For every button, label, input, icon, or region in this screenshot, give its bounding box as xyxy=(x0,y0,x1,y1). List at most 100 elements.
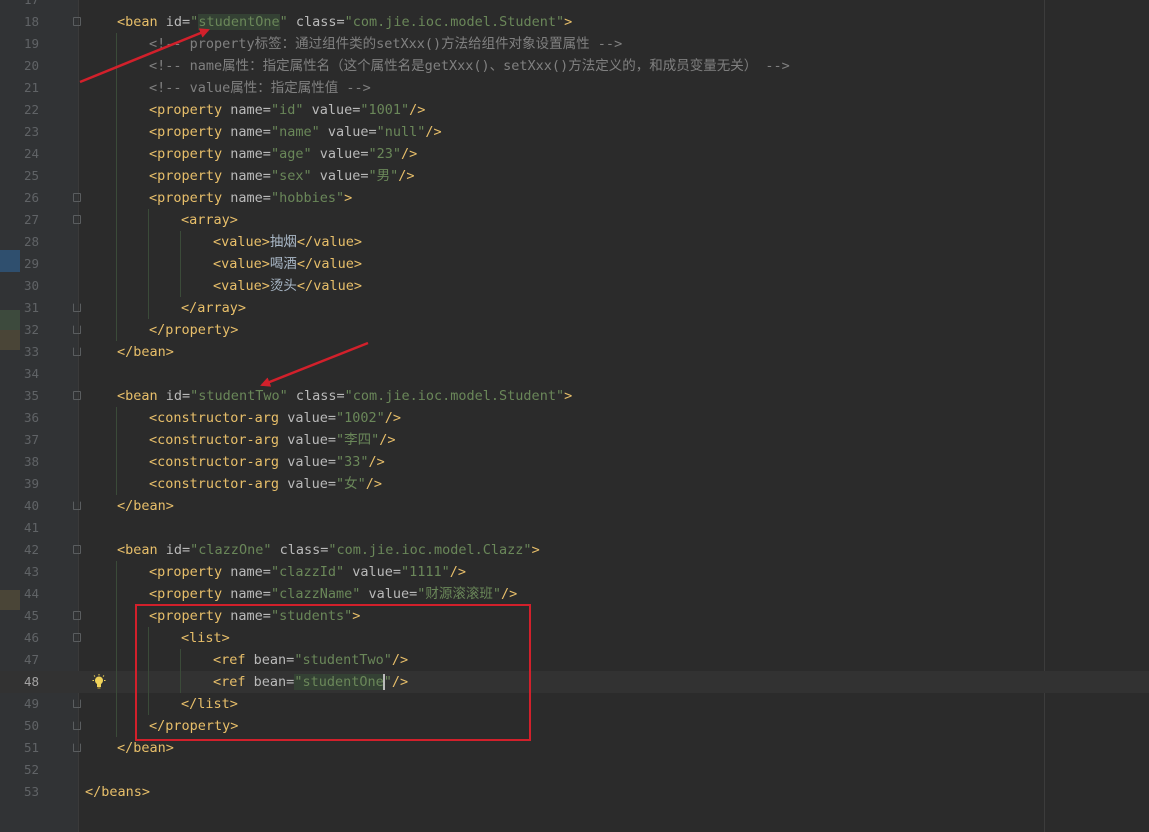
fold-icon[interactable] xyxy=(73,347,81,356)
code-token: "1002" xyxy=(335,410,385,426)
code-line[interactable]: 17 xyxy=(0,0,1149,11)
code-text: <value>烫头</value> xyxy=(213,275,362,297)
code-token: </ xyxy=(181,300,198,316)
code-line[interactable]: 36 <constructor-arg value="1002"/> xyxy=(0,407,1149,429)
code-line[interactable]: 53 </beans> xyxy=(0,781,1149,803)
line-number: 30 xyxy=(23,278,39,293)
code-token: < xyxy=(213,256,222,272)
code-token: value= xyxy=(279,432,336,448)
code-line[interactable]: 29 <value>喝酒</value> xyxy=(0,253,1149,275)
code-token: < xyxy=(149,410,158,426)
code-token: name= xyxy=(222,564,271,580)
indent-guide xyxy=(148,209,149,319)
code-token: array xyxy=(197,300,238,316)
code-line[interactable]: 27 <array> xyxy=(0,209,1149,231)
code-token: value= xyxy=(279,454,336,470)
line-number: 47 xyxy=(23,652,39,667)
lightbulb-icon[interactable] xyxy=(91,674,107,690)
code-line[interactable]: 33 </bean> xyxy=(0,341,1149,363)
code-line[interactable]: 41 xyxy=(0,517,1149,539)
code-line[interactable]: 21 <!-- value属性：指定属性值 --> xyxy=(0,77,1149,99)
code-token: > xyxy=(165,740,174,756)
fold-icon[interactable] xyxy=(73,193,81,202)
code-token: 烫头 xyxy=(269,278,297,294)
code-token: name= xyxy=(222,190,271,206)
code-token: < xyxy=(149,124,158,140)
code-token: < xyxy=(213,234,222,250)
fold-icon[interactable] xyxy=(73,611,81,620)
code-line[interactable]: 42 <bean id="clazzOne" class="com.jie.ioc… xyxy=(0,539,1149,561)
code-token: name= xyxy=(222,168,271,184)
code-text: <bean id="studentTwo" class="com.jie.ioc… xyxy=(117,385,572,407)
code-token: id= xyxy=(157,388,191,404)
code-token: name= xyxy=(222,124,271,140)
fold-icon[interactable] xyxy=(73,303,81,312)
code-line[interactable]: 28 <value>抽烟</value> xyxy=(0,231,1149,253)
code-line[interactable]: 23 <property name="name" value="null"/> xyxy=(0,121,1149,143)
code-line[interactable]: 30 <value>烫头</value> xyxy=(0,275,1149,297)
code-token: < xyxy=(149,168,158,184)
code-token: > xyxy=(353,234,362,250)
line-number: 21 xyxy=(23,80,39,95)
code-token: name= xyxy=(222,146,271,162)
fold-icon[interactable] xyxy=(73,215,81,224)
code-token: property xyxy=(157,146,223,162)
code-line[interactable]: 24 <property name="age" value="23"/> xyxy=(0,143,1149,165)
code-token: value= xyxy=(279,410,336,426)
code-token: class= xyxy=(287,14,345,30)
code-token: " xyxy=(279,14,288,30)
code-line[interactable]: 40 </bean> xyxy=(0,495,1149,517)
code-token: studentOne xyxy=(198,14,280,30)
fold-icon[interactable] xyxy=(73,721,81,730)
fold-icon[interactable] xyxy=(73,743,81,752)
code-line[interactable]: 43 <property name="clazzId" value="1111"/… xyxy=(0,561,1149,583)
fold-icon[interactable] xyxy=(73,391,81,400)
code-token: > xyxy=(353,278,362,294)
code-line[interactable]: 32 </property> xyxy=(0,319,1149,341)
code-line[interactable]: 44 <property name="clazzName" value="财源滚滚… xyxy=(0,583,1149,605)
code-line[interactable]: 22 <property name="id" value="1001"/> xyxy=(0,99,1149,121)
line-number: 28 xyxy=(23,234,39,249)
fold-icon[interactable] xyxy=(73,325,81,334)
code-token: < xyxy=(181,212,190,228)
code-token: </ xyxy=(149,322,166,338)
fold-icon[interactable] xyxy=(73,699,81,708)
code-token: "23" xyxy=(368,146,402,162)
code-token: bean xyxy=(125,542,158,558)
line-number: 46 xyxy=(23,630,39,645)
code-text: <property name="clazzName" value="财源滚滚班"… xyxy=(149,583,517,605)
code-token: value= xyxy=(279,476,336,492)
code-line[interactable]: 19 <!-- property标签：通过组件类的setXxx()方法给组件对象设… xyxy=(0,33,1149,55)
code-line[interactable]: 31 </array> xyxy=(0,297,1149,319)
code-text: <!-- value属性：指定属性值 --> xyxy=(149,77,371,99)
code-line[interactable]: 39 <constructor-arg value="女"/> xyxy=(0,473,1149,495)
code-token: name= xyxy=(222,586,271,602)
code-token: /> xyxy=(401,146,418,162)
line-number: 32 xyxy=(23,322,39,337)
fold-icon[interactable] xyxy=(73,17,81,26)
code-line[interactable]: 52 xyxy=(0,759,1149,781)
code-text: <bean id="studentOne" class="com.jie.ioc… xyxy=(117,11,572,33)
code-line[interactable]: 38 <constructor-arg value="33"/> xyxy=(0,451,1149,473)
line-number: 43 xyxy=(23,564,39,579)
code-line[interactable]: 20 <!-- name属性：指定属性名（这个属性名是getXxx()、setXx… xyxy=(0,55,1149,77)
code-line[interactable]: 34 xyxy=(0,363,1149,385)
code-token: value xyxy=(221,234,262,250)
code-token: /> xyxy=(379,432,396,448)
code-text: </property> xyxy=(149,319,238,341)
code-line[interactable]: 18 <bean id="studentOne" class="com.jie.i… xyxy=(0,11,1149,33)
line-number: 27 xyxy=(23,212,39,227)
code-text: <property name="clazzId" value="1111"/> xyxy=(149,561,466,583)
fold-icon[interactable] xyxy=(73,501,81,510)
fold-icon[interactable] xyxy=(73,633,81,642)
code-token: </ xyxy=(117,344,134,360)
code-line[interactable]: 37 <constructor-arg value="李四"/> xyxy=(0,429,1149,451)
code-token: > xyxy=(344,190,353,206)
code-text: </array> xyxy=(181,297,246,319)
code-line[interactable]: 26 <property name="hobbies"> xyxy=(0,187,1149,209)
code-token: value= xyxy=(319,124,377,140)
fold-icon[interactable] xyxy=(73,545,81,554)
code-token: < xyxy=(117,14,126,30)
code-line[interactable]: 35 <bean id="studentTwo" class="com.jie.i… xyxy=(0,385,1149,407)
code-line[interactable]: 25 <property name="sex" value="男"/> xyxy=(0,165,1149,187)
